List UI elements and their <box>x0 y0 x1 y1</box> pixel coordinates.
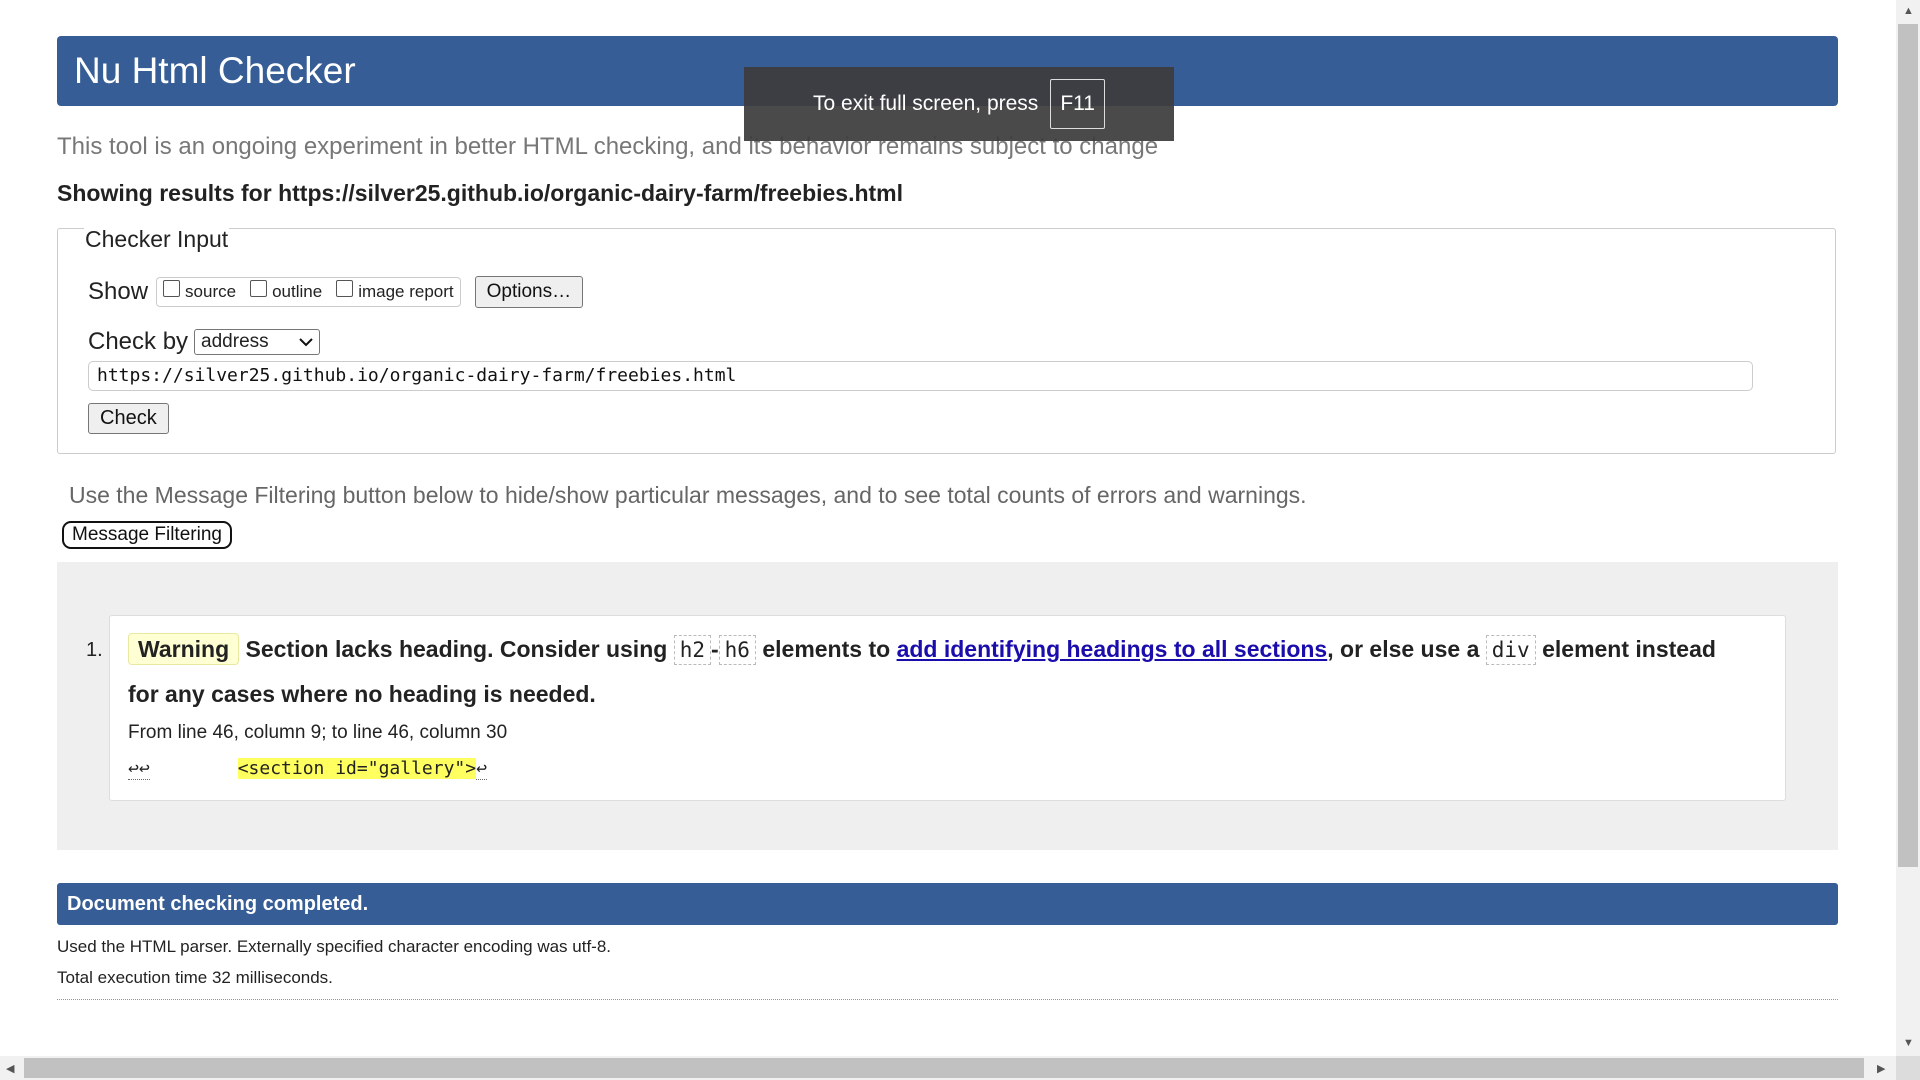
show-source-option[interactable]: source <box>163 279 237 302</box>
url-input[interactable]: https://silver25.github.io/organic-dairy… <box>88 361 1753 391</box>
message-location: From line 46, column 9; to line 46, colu… <box>128 722 508 743</box>
horizontal-scrollbar-thumb[interactable] <box>24 1058 1864 1078</box>
page: Nu Html Checker This tool is an ongoing … <box>0 0 1896 1056</box>
scroll-down-icon[interactable]: ▼ <box>1903 1037 1914 1049</box>
message-filtering-help: Use the Message Filtering button below t… <box>69 482 1307 508</box>
source-extract: ↩↩ <section id="gallery">↩ <box>128 758 487 780</box>
message-filtering-button[interactable]: Message Filtering <box>62 521 232 549</box>
checker-input-fieldset <box>57 228 1836 454</box>
show-options-group: source outline image report <box>156 277 461 307</box>
code-div: div <box>1485 635 1536 665</box>
scroll-left-icon[interactable]: ◀ <box>6 1062 14 1075</box>
check-by-value: address <box>201 331 269 352</box>
extract-highlight: <section id="gallery"> <box>237 758 477 779</box>
source-checkbox-label: source <box>185 282 237 301</box>
parser-note: Used the HTML parser. Externally specifi… <box>57 937 612 956</box>
results-for-heading: Showing results for https://silver25.git… <box>57 180 904 206</box>
message-text-part-3: , or else use a <box>1327 636 1480 662</box>
execution-time: Total execution time 32 milliseconds. <box>57 968 333 987</box>
extract-line-break-end: ↩ <box>476 758 487 780</box>
image-report-checkbox[interactable] <box>336 279 354 297</box>
f11-key: F11 <box>1050 79 1105 129</box>
scroll-up-icon[interactable]: ▲ <box>1903 5 1914 17</box>
check-by-select[interactable]: address <box>194 329 321 355</box>
show-image-report-option[interactable]: image report <box>336 279 454 302</box>
scroll-right-icon[interactable]: ▶ <box>1877 1062 1885 1075</box>
show-options-row: Show source outline image report Options… <box>88 276 584 308</box>
fullscreen-toast-text: To exit full screen, press <box>813 92 1039 115</box>
check-button[interactable]: Check <box>88 403 169 434</box>
message-dash: - <box>710 636 719 662</box>
identifying-headings-link[interactable]: add identifying headings to all sections <box>897 636 1328 662</box>
extract-line-breaks: ↩↩ <box>128 758 150 780</box>
message-number: 1. <box>86 639 103 661</box>
completed-banner: Document checking completed. <box>57 883 1838 925</box>
show-outline-option[interactable]: outline <box>250 279 323 302</box>
checker-input-legend: Checker Input <box>84 226 230 253</box>
show-label: Show <box>88 278 149 305</box>
scrollbar-corner <box>1896 1056 1920 1080</box>
image-report-checkbox-label: image report <box>358 282 454 301</box>
source-checkbox[interactable] <box>163 279 181 297</box>
fullscreen-toast: To exit full screen, press F11 <box>744 67 1174 141</box>
options-button[interactable]: Options… <box>474 276 584 308</box>
page-title: Nu Html Checker <box>74 50 356 91</box>
completed-text: Document checking completed. <box>67 893 369 915</box>
outline-checkbox-label: outline <box>272 282 323 301</box>
message-text-part-2: elements to <box>762 636 891 662</box>
vertical-scrollbar-thumb[interactable] <box>1898 24 1918 867</box>
chevron-down-icon <box>299 331 313 353</box>
outline-checkbox[interactable] <box>250 279 268 297</box>
check-by-row: Check by address <box>88 328 321 356</box>
check-by-label: Check by <box>88 328 189 355</box>
message-text-part-1: Section lacks heading. Consider using <box>245 636 668 662</box>
warning-badge: Warning <box>128 633 240 665</box>
footer-divider <box>57 999 1838 1000</box>
code-h6: h6 <box>718 635 756 665</box>
code-h2: h2 <box>673 635 711 665</box>
message-text: Warning Section lacks heading. Consider … <box>128 627 1728 716</box>
